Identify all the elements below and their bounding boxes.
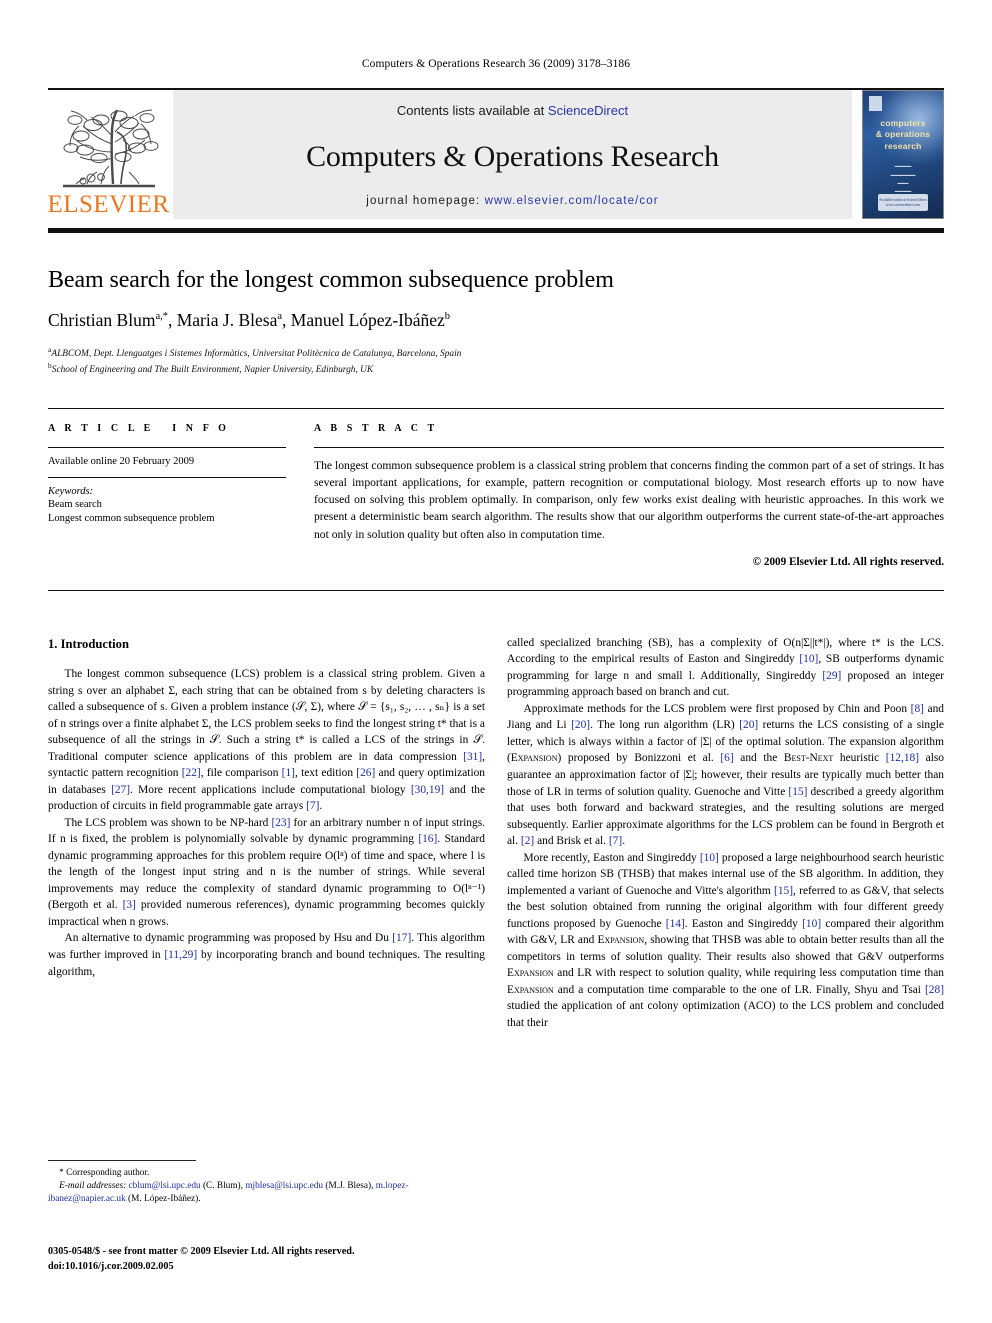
cover-elsevier-mark — [869, 96, 882, 111]
paragraph: Approximate methods for the LCS problem … — [507, 702, 944, 848]
section-heading-introduction: 1. Introduction — [48, 636, 129, 651]
keyword-item: Beam search — [48, 498, 102, 510]
affiliation-a: aALBCOM, Dept. Llenguatges i Sistemes In… — [48, 345, 462, 360]
abstract-text: The longest common subsequence problem i… — [314, 458, 944, 541]
body-column-left: 1. Introduction The longest common subse… — [48, 635, 485, 1195]
elsevier-logo: ELSEVIER — [47, 90, 170, 219]
article-info-rule-top — [48, 446, 286, 448]
journal-title: Computers & Operations Research — [306, 139, 719, 173]
elsevier-wordmark: ELSEVIER — [47, 191, 170, 218]
journal-masthead: ELSEVIER Contents lists available at Sci… — [47, 88, 944, 219]
title-block: Beam search for the longest common subse… — [48, 267, 944, 378]
abstract-rule — [314, 446, 944, 448]
cover-title-line-2: & operations — [875, 129, 931, 140]
paragraph: An alternative to dynamic programming wa… — [48, 932, 485, 978]
journal-cover-thumbnail[interactable]: computers & operations research ▂▂▂▂▂▂ ▂▂… — [862, 90, 944, 219]
corresponding-author-note: * Corresponding author. — [59, 1168, 150, 1178]
paragraph: More recently, Easton and Singireddy [10… — [507, 851, 944, 1029]
affiliation-a-text: ALBCOM, Dept. Llenguatges i Sistemes Inf… — [51, 349, 462, 360]
homepage-prefix: journal homepage: — [366, 195, 485, 207]
email-link[interactable]: mjblesa@lsi.upc.edu — [245, 1181, 323, 1191]
cover-title-line-1: computers — [880, 118, 926, 128]
affiliation-b-text: School of Engineering and The Built Envi… — [51, 365, 374, 376]
info-abstract-region: A R T I C L E I N F O Available online 2… — [48, 407, 944, 568]
email-link[interactable]: cblum@lsi.upc.edu — [129, 1181, 201, 1191]
paragraph: The LCS problem was shown to be NP-hard … — [48, 816, 485, 928]
article-info-column: A R T I C L E I N F O Available online 2… — [48, 423, 286, 568]
affiliation-b: bSchool of Engineering and The Built Env… — [48, 361, 374, 376]
footnote-rule — [48, 1160, 196, 1161]
keywords-label: Keywords: — [48, 485, 94, 497]
footnote-block: * Corresponding author. E-mail addresses… — [48, 1160, 478, 1206]
paragraph: The longest common subsequence (LCS) pro… — [48, 667, 485, 813]
cover-journal-title: computers & operations research — [876, 118, 930, 152]
contents-lists-line: Contents lists available at ScienceDirec… — [397, 103, 628, 118]
paper-title: Beam search for the longest common subse… — [48, 267, 614, 293]
abstract-copyright: © 2009 Elsevier Ltd. All rights reserved… — [752, 555, 944, 568]
author-list: Christian Bluma,*, Maria J. Blesaa, Manu… — [48, 310, 451, 330]
sciencedirect-link[interactable]: ScienceDirect — [548, 103, 628, 118]
journal-homepage-line: journal homepage: www.elsevier.com/locat… — [366, 195, 658, 207]
body-columns: 1. Introduction The longest common subse… — [48, 635, 944, 1195]
info-abstract-bottom-rule — [48, 589, 944, 591]
article-history: Available online 20 February 2009 — [48, 455, 195, 467]
keyword-item: Longest common subsequence problem — [48, 513, 215, 525]
cover-sciencedirect-badge: Available online at ScienceDirect www.sc… — [878, 194, 928, 211]
elsevier-tree-icon — [55, 98, 163, 194]
abstract-heading: A B S T R A C T — [314, 422, 438, 434]
abstract-column: A B S T R A C T The longest common subse… — [314, 423, 944, 568]
cover-subtext-block: ▂▂▂▂▂▂ ▂▂▂▂▂▂▂▂▂ ▂▂▂▂ ▂▂▂▂▂▂ — [890, 163, 916, 193]
journal-article-page: Computers & Operations Research 36 (2009… — [0, 0, 992, 1323]
body-column-right: called specialized branching (SB), has a… — [507, 635, 944, 1195]
contents-prefix: Contents lists available at — [396, 103, 548, 118]
doi-line: doi:10.1016/j.cor.2009.02.005 — [48, 1261, 174, 1273]
masthead-bottom-rule — [48, 228, 944, 233]
journal-homepage-link[interactable]: www.elsevier.com/locate/cor — [485, 195, 659, 207]
issn-copyright-line: 0305-0548/$ - see front matter © 2009 El… — [48, 1246, 355, 1257]
running-head: Computers & Operations Research 36 (2009… — [361, 58, 631, 70]
cover-title-line-3: research — [884, 140, 922, 151]
email-addresses-note: E-mail addresses: cblum@lsi.upc.edu (C. … — [48, 1181, 409, 1205]
affiliations: aALBCOM, Dept. Llenguatges i Sistemes In… — [48, 345, 944, 378]
article-info-rule-mid — [48, 476, 286, 478]
article-info-heading: A R T I C L E I N F O — [48, 422, 230, 434]
masthead-center-panel: Contents lists available at ScienceDirec… — [173, 90, 852, 219]
paragraph: called specialized branching (SB), has a… — [507, 636, 944, 699]
imprint-block: 0305-0548/$ - see front matter © 2009 El… — [48, 1244, 488, 1275]
